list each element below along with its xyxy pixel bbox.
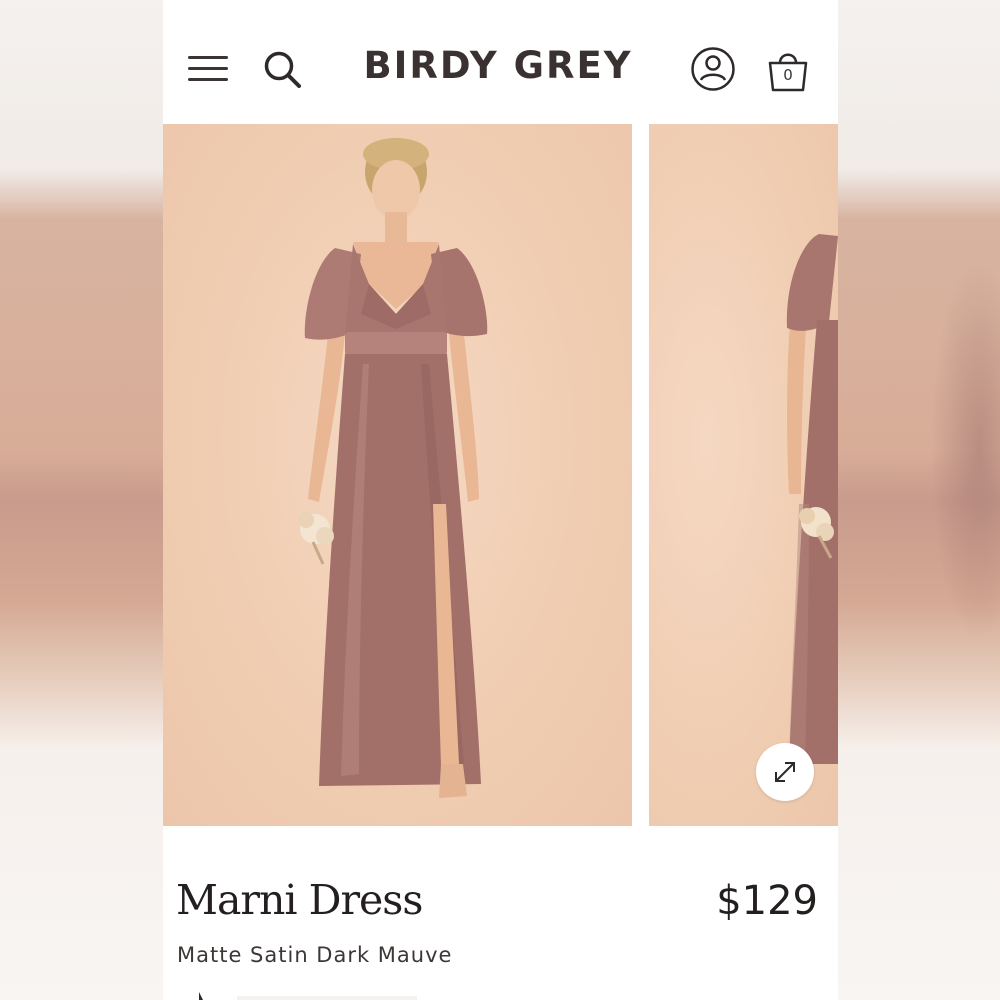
blurred-backdrop-left bbox=[0, 0, 163, 1000]
search-icon[interactable] bbox=[261, 48, 305, 92]
bag-count: 0 bbox=[783, 66, 793, 84]
account-icon[interactable] bbox=[690, 46, 736, 92]
expand-icon[interactable] bbox=[756, 743, 814, 801]
dress-front-image[interactable] bbox=[163, 124, 632, 826]
product-price: $129 bbox=[716, 878, 818, 924]
rating-stars-icon bbox=[177, 990, 437, 1000]
shopping-bag-icon[interactable]: 0 bbox=[766, 47, 810, 93]
product-color: Matte Satin Dark Mauve bbox=[177, 943, 453, 967]
blurred-backdrop-right bbox=[838, 0, 1000, 1000]
dress-side-image[interactable] bbox=[649, 124, 838, 826]
mobile-page: BIRDY GREY 0 Marni Dress $129 Matte Sati… bbox=[163, 0, 838, 1000]
product-name: Marni Dress bbox=[176, 876, 423, 924]
menu-icon[interactable] bbox=[188, 53, 228, 85]
brand-logo[interactable]: BIRDY GREY bbox=[338, 44, 658, 87]
product-image-carousel[interactable] bbox=[163, 124, 838, 826]
site-header: BIRDY GREY 0 bbox=[163, 0, 838, 123]
